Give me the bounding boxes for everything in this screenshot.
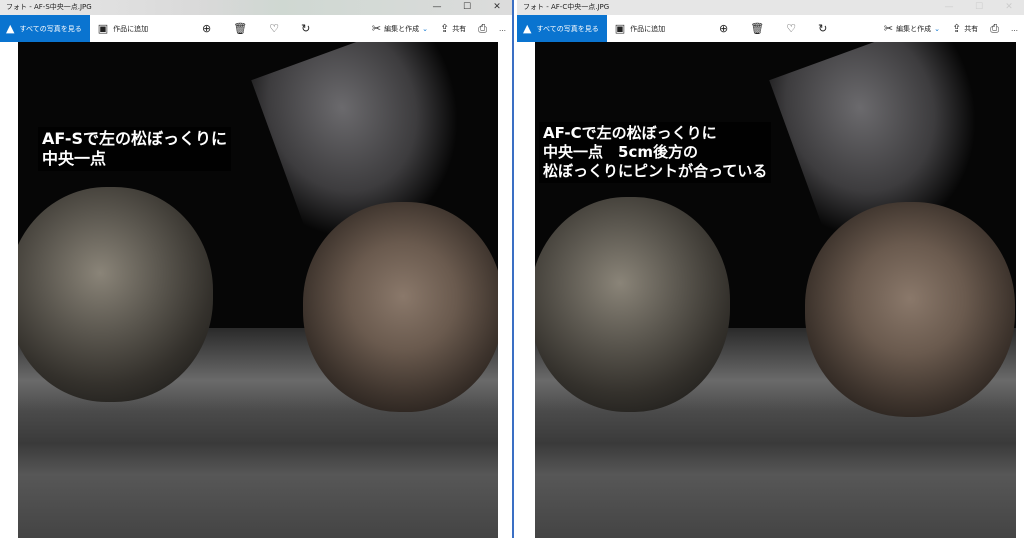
caption-line: 中央一点 5cm後方の — [543, 143, 698, 161]
left-pinecone — [535, 197, 730, 412]
chevron-down-icon: ⌄ — [934, 24, 940, 33]
minimize-button[interactable]: — — [422, 0, 452, 15]
window-title: フォト - AF-C中央一点.JPG — [523, 3, 610, 11]
edit-icon: ✂ — [883, 22, 894, 35]
print-icon[interactable]: ⎙ — [478, 23, 487, 34]
title-bar: フォト - AF-C中央一点.JPG — ☐ ✕ — [517, 0, 1024, 15]
share-label: 共有 — [964, 24, 979, 33]
maximize-button[interactable]: ☐ — [452, 0, 482, 15]
caption-line: 中央一点 — [42, 149, 107, 168]
rotate-icon[interactable]: ↻ — [818, 23, 827, 34]
close-button[interactable]: ✕ — [482, 0, 512, 15]
print-icon[interactable]: ⎙ — [990, 23, 999, 34]
photos-icon: ▲ — [6, 22, 15, 35]
photos-icon: ▲ — [523, 22, 532, 35]
share-icon: ⇪ — [951, 22, 962, 35]
caption: AF-Sで左の松ぼっくりに 中央一点 — [38, 127, 231, 171]
caption: AF-Cで左の松ぼっくりに 中央一点 5cm後方の 松ぼっくりにピントが合ってい… — [539, 122, 772, 183]
edit-create-label: 編集と作成 — [384, 24, 420, 33]
zoom-icon[interactable]: ⊕ — [202, 23, 211, 34]
all-photos-button[interactable]: ▲ すべての写真を見る — [0, 15, 90, 42]
favorite-icon[interactable]: ♡ — [269, 23, 279, 34]
chevron-down-icon: ⌄ — [422, 24, 428, 33]
share-button[interactable]: ⇪ 共有 — [440, 23, 466, 34]
add-to-album-button[interactable]: ▣ 作品に追加 — [98, 23, 148, 34]
window-title: フォト - AF-S中央一点.JPG — [6, 3, 92, 11]
edit-create-label: 編集と作成 — [896, 24, 932, 33]
maximize-button[interactable]: ☐ — [964, 0, 994, 15]
album-icon: ▣ — [614, 22, 626, 35]
photos-window-af-s: フォト - AF-S中央一点.JPG — ☐ ✕ ▲ すべての写真を見る ▣ 作品に追加… — [0, 0, 514, 538]
more-button[interactable]: … — [499, 25, 506, 33]
delete-icon[interactable]: 🗑 — [750, 23, 764, 34]
toolbar: ▲ すべての写真を見る ▣ 作品に追加 ⊕ 🗑 ♡ ↻ ✂ 編集と作成 ⌄ ⇪ 共有 ⎙ … — [517, 15, 1024, 42]
photos-window-af-c: フォト - AF-C中央一点.JPG — ☐ ✕ ▲ すべての写真を見る ▣ 作品に追加… — [517, 0, 1024, 538]
delete-icon[interactable]: 🗑 — [233, 23, 247, 34]
more-button[interactable]: … — [1011, 25, 1018, 33]
photo: AF-Sで左の松ぼっくりに 中央一点 — [18, 42, 498, 538]
photo: AF-Cで左の松ぼっくりに 中央一点 5cm後方の 松ぼっくりにピントが合ってい… — [535, 42, 1016, 538]
minimize-button[interactable]: — — [934, 0, 964, 15]
right-pinecone — [805, 202, 1015, 417]
share-button[interactable]: ⇪ 共有 — [952, 23, 978, 34]
caption-line: 松ぼっくりにピントが合っている — [543, 162, 768, 180]
all-photos-label: すべての写真を見る — [19, 24, 82, 33]
favorite-icon[interactable]: ♡ — [786, 23, 796, 34]
caption-line: AF-Cで左の松ぼっくりに — [543, 124, 717, 142]
all-photos-label: すべての写真を見る — [536, 24, 599, 33]
edit-create-button[interactable]: ✂ 編集と作成 ⌄ — [372, 23, 428, 34]
right-pinecone — [303, 202, 498, 412]
edit-create-button[interactable]: ✂ 編集と作成 ⌄ — [884, 23, 940, 34]
all-photos-button[interactable]: ▲ すべての写真を見る — [517, 15, 607, 42]
share-icon: ⇪ — [439, 22, 450, 35]
close-button[interactable]: ✕ — [994, 0, 1024, 15]
toolbar: ▲ すべての写真を見る ▣ 作品に追加 ⊕ 🗑 ♡ ↻ ✂ 編集と作成 ⌄ ⇪ 共有 ⎙ … — [0, 15, 512, 42]
share-label: 共有 — [452, 24, 467, 33]
add-to-album-button[interactable]: ▣ 作品に追加 — [615, 23, 665, 34]
zoom-icon[interactable]: ⊕ — [719, 23, 728, 34]
edit-icon: ✂ — [371, 22, 382, 35]
title-bar: フォト - AF-S中央一点.JPG — ☐ ✕ — [0, 0, 512, 15]
add-to-album-label: 作品に追加 — [113, 24, 149, 33]
left-pinecone — [18, 187, 213, 402]
album-icon: ▣ — [97, 22, 109, 35]
add-to-album-label: 作品に追加 — [630, 24, 666, 33]
caption-line: AF-Sで左の松ぼっくりに — [42, 129, 227, 148]
rotate-icon[interactable]: ↻ — [301, 23, 310, 34]
